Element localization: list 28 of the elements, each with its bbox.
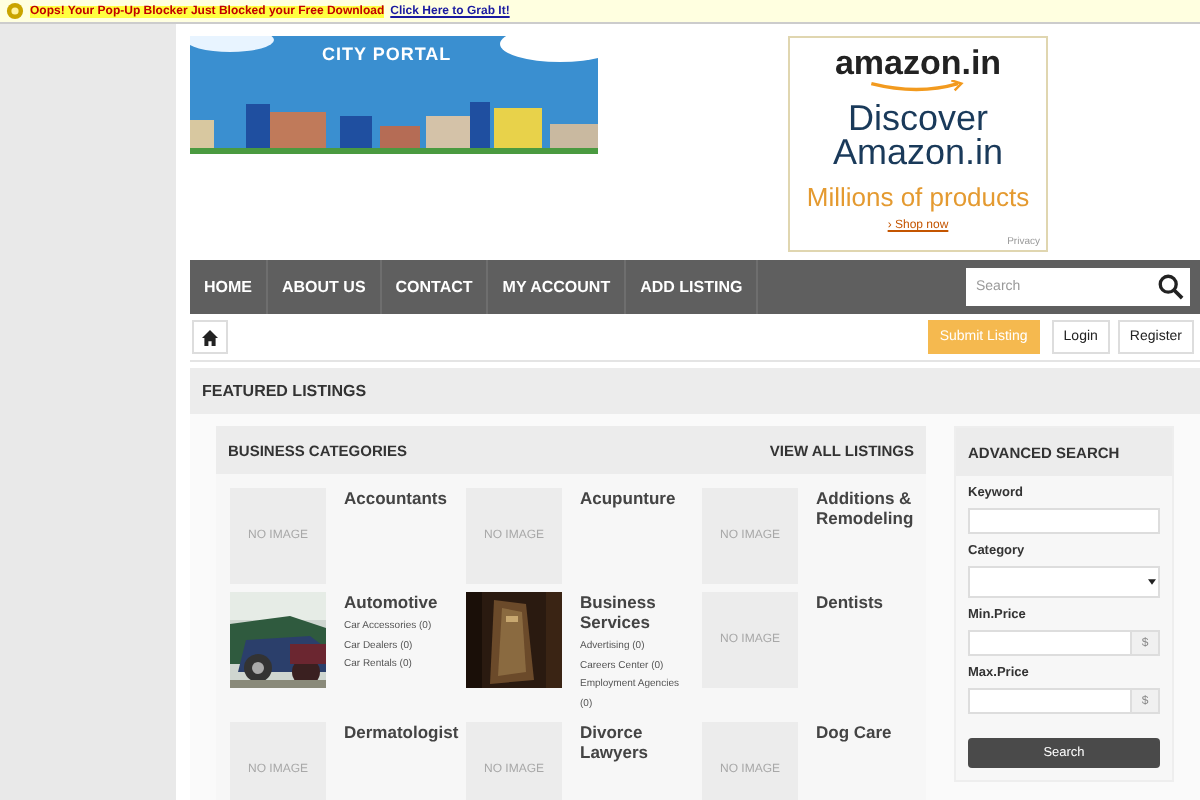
ad-brand: amazon.in xyxy=(834,46,1002,80)
search-icon[interactable] xyxy=(1158,274,1184,300)
category-link[interactable]: Additions & Remodeling xyxy=(816,488,928,528)
nav-item[interactable]: ABOUT US xyxy=(268,260,382,314)
category-link[interactable]: Divorce Lawyers xyxy=(580,722,692,762)
category-link[interactable]: Automotive xyxy=(344,592,456,612)
category-link[interactable]: Accountants xyxy=(344,488,456,508)
home-icon xyxy=(202,329,218,345)
input-field[interactable] xyxy=(968,630,1132,656)
input-field[interactable] xyxy=(968,508,1160,534)
site-logo: CITY PORTAL xyxy=(322,44,452,64)
category-link[interactable]: Dog Care xyxy=(816,722,928,742)
select-field[interactable] xyxy=(968,566,1160,598)
category-link[interactable]: Acupunture xyxy=(580,488,692,508)
home-button[interactable] xyxy=(192,320,228,354)
caret-icon xyxy=(1148,576,1156,588)
nav-item[interactable]: MY ACCOUNT xyxy=(488,260,627,314)
input-field[interactable] xyxy=(968,688,1132,714)
nav-item[interactable]: CONTACT xyxy=(381,260,489,314)
ad-tagline: Millions of products xyxy=(806,182,1030,212)
category-link[interactable]: Dermatologist xyxy=(344,722,456,742)
nav-item[interactable]: HOME xyxy=(190,260,268,314)
ad-headline: Discover Amazon.in xyxy=(830,102,1006,170)
smile-arrow-icon xyxy=(868,80,968,94)
category-link[interactable]: Dentists xyxy=(816,592,928,612)
section-header: FEATURED LISTINGS xyxy=(190,368,1200,414)
nav-item[interactable]: ADD LISTING xyxy=(626,260,759,314)
category-link[interactable]: Business Services xyxy=(580,592,692,632)
